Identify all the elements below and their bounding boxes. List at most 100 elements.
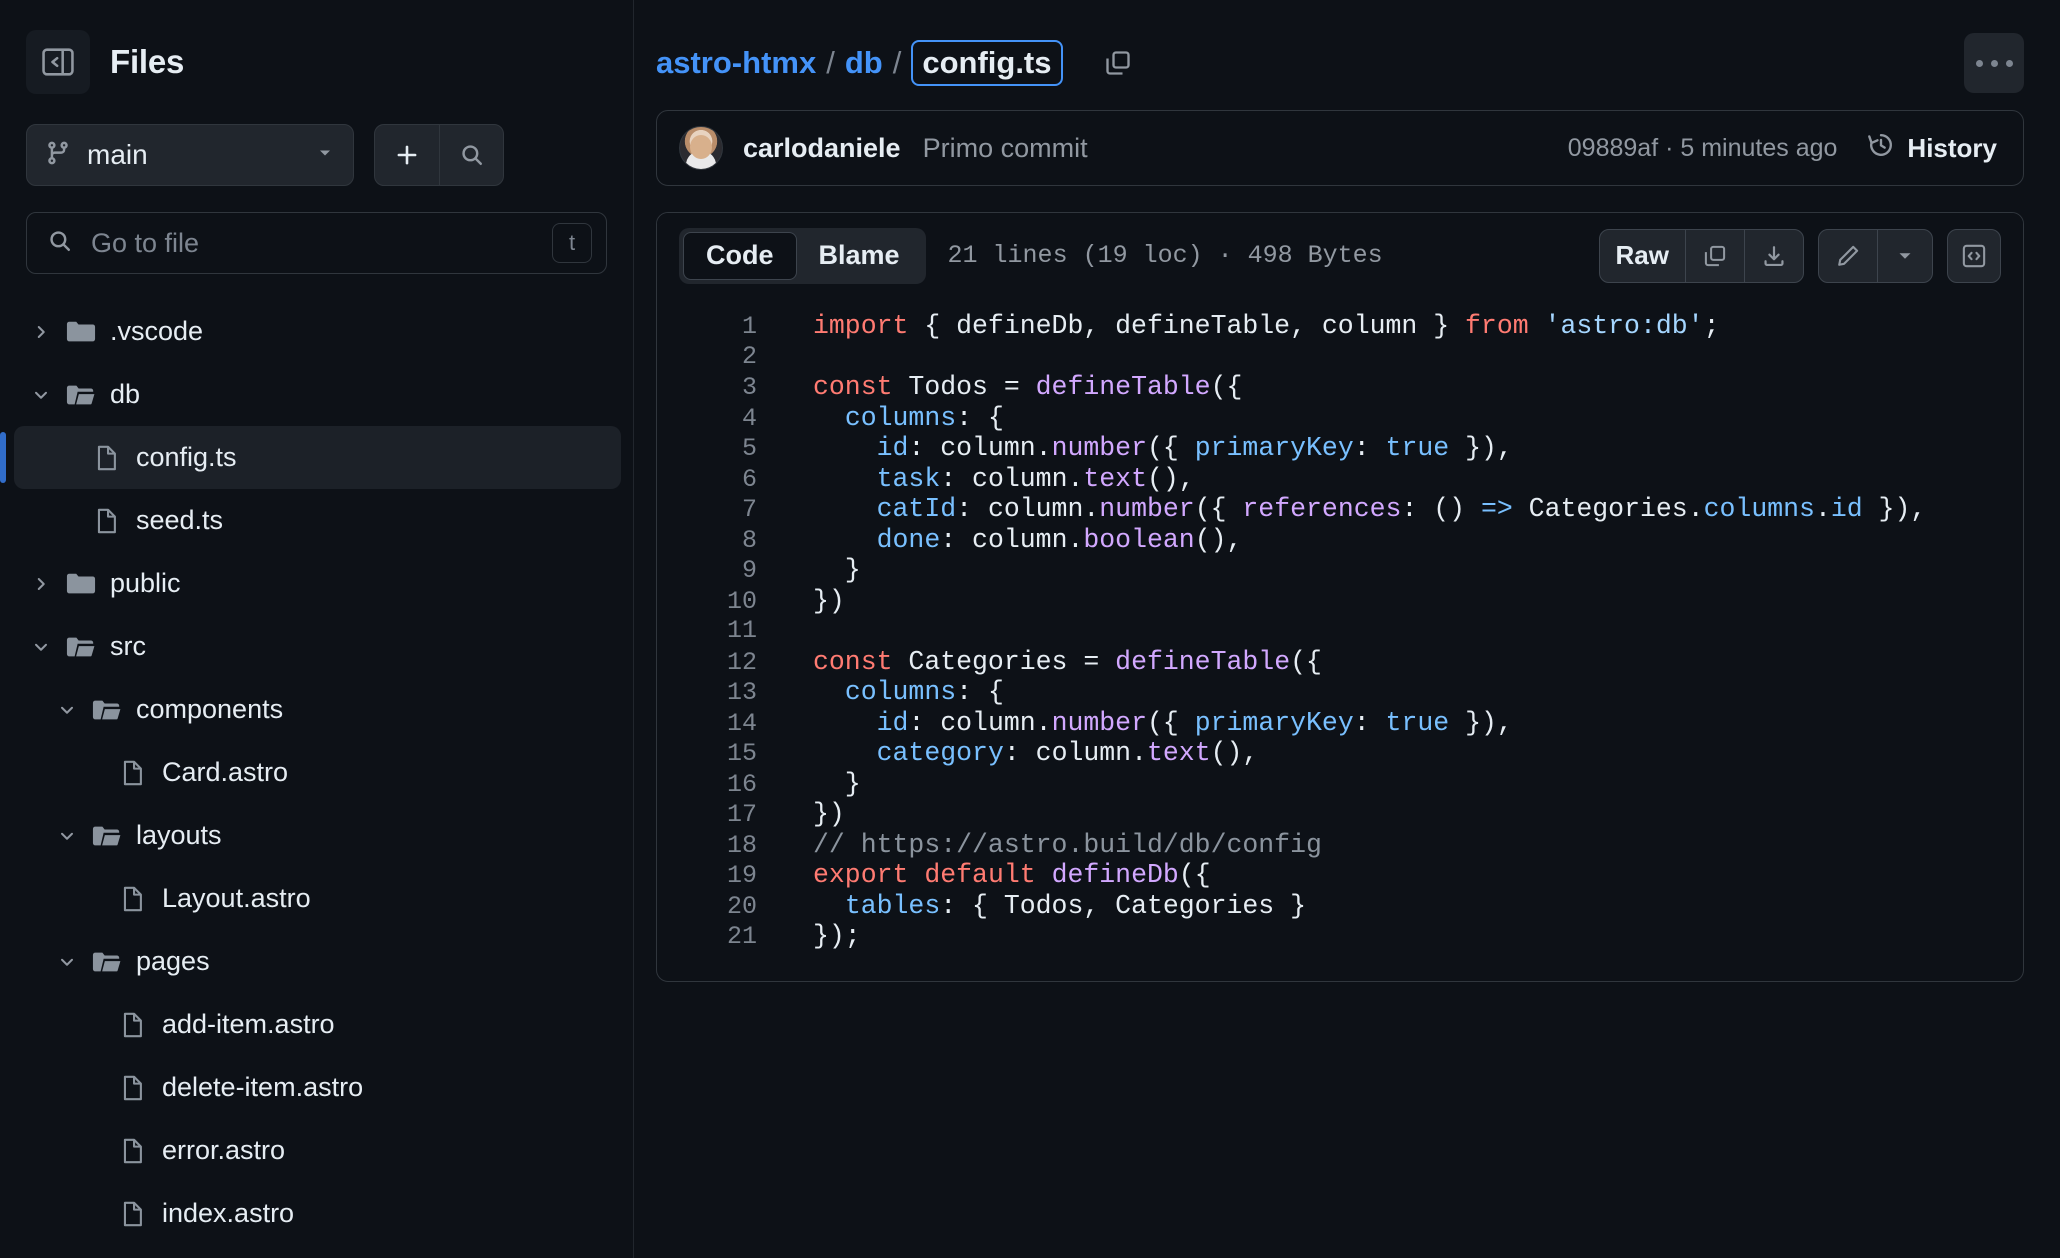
line-number[interactable]: 1 (657, 312, 785, 343)
raw-button[interactable]: Raw (1600, 230, 1685, 282)
line-number[interactable]: 19 (657, 861, 785, 892)
tree-item-label: Layout.astro (162, 883, 311, 913)
line-number[interactable]: 2 (657, 342, 785, 373)
line-number[interactable]: 17 (657, 800, 785, 831)
file-icon (84, 507, 130, 535)
add-file-button[interactable] (375, 125, 439, 185)
line-number[interactable]: 15 (657, 739, 785, 770)
line-number[interactable]: 5 (657, 434, 785, 465)
commit-author[interactable]: carlodaniele (743, 133, 901, 164)
line-number[interactable]: 7 (657, 495, 785, 526)
line-number[interactable]: 6 (657, 465, 785, 496)
tree-file-config-ts[interactable]: config.ts (0, 426, 621, 489)
line-content: task: column.text(), (876, 463, 1195, 494)
line-number[interactable]: 3 (657, 373, 785, 404)
pencil-icon[interactable] (1819, 230, 1877, 282)
line-number[interactable]: 12 (657, 648, 785, 679)
line-number[interactable]: 4 (657, 404, 785, 435)
code-content[interactable]: 1 import { defineDb, defineTable, column … (657, 299, 2023, 972)
github-file-viewer: Files main Go to file t .vscode db confi… (0, 0, 2060, 1258)
line-number[interactable]: 18 (657, 831, 785, 862)
line-content: id: column.number({ primaryKey: true }), (876, 707, 1513, 738)
tree-file-delete-item-astro[interactable]: delete-item.astro (14, 1056, 621, 1119)
chevron-down-icon[interactable] (24, 637, 58, 657)
avatar[interactable] (679, 126, 723, 170)
search-button[interactable] (439, 125, 503, 185)
line-number[interactable]: 16 (657, 770, 785, 801)
code-line: 1 import { defineDb, defineTable, column … (657, 311, 2023, 342)
code-viewer: Code Blame 21 lines (19 loc) · 498 Bytes… (656, 212, 2024, 982)
search-input[interactable]: Go to file t (26, 212, 607, 274)
tab-blame[interactable]: Blame (797, 232, 922, 280)
kebab-icon[interactable] (1964, 33, 2024, 93)
commit-message[interactable]: Primo commit (923, 133, 1088, 164)
line-number[interactable]: 8 (657, 526, 785, 557)
code-line: 20 tables: { Todos, Categories } (657, 891, 2023, 922)
code-brackets-icon[interactable] (1947, 228, 2001, 283)
file-icon (110, 1011, 156, 1039)
code-line: 14 id: column.number({ primaryKey: true … (657, 708, 2023, 739)
copy-icon[interactable] (1685, 229, 1744, 282)
tree-item-label: pages (136, 946, 210, 976)
tree-item-label: db (110, 379, 141, 409)
tree-item-label: seed.ts (136, 505, 224, 535)
breadcrumb-repo[interactable]: astro-htmx (656, 45, 816, 81)
chevron-down-icon[interactable] (50, 952, 84, 972)
tree-folder-public[interactable]: public (14, 552, 621, 615)
folder-open-icon (58, 380, 104, 410)
branch-selector[interactable]: main (26, 124, 354, 186)
line-content: }) (813, 799, 845, 829)
chevron-right-icon[interactable] (24, 574, 58, 594)
branch-name: main (87, 139, 148, 170)
line-number[interactable]: 9 (657, 556, 785, 587)
breadcrumb-folder[interactable]: db (845, 45, 883, 81)
sidebar-collapse-icon[interactable] (26, 30, 90, 94)
latest-commit-bar: carlodaniele Primo commit 09889af · 5 mi… (656, 110, 2024, 186)
line-number[interactable]: 20 (657, 892, 785, 923)
tree-file-card-astro[interactable]: Card.astro (14, 741, 621, 804)
folder-open-icon (84, 821, 130, 851)
line-number[interactable]: 14 (657, 709, 785, 740)
tree-folder-layouts[interactable]: layouts (14, 804, 621, 867)
sidebar-title: Files (110, 43, 185, 80)
download-icon[interactable] (1744, 229, 1803, 282)
search-input-placeholder: Go to file (91, 227, 200, 258)
breadcrumb-file[interactable]: config.ts (911, 39, 1063, 87)
code-line: 5 id: column.number({ primaryKey: true }… (657, 433, 2023, 464)
copy-icon[interactable] (1095, 40, 1141, 86)
line-number[interactable]: 10 (657, 587, 785, 618)
folder-open-icon (84, 695, 130, 725)
line-number[interactable]: 21 (657, 922, 785, 953)
folder-icon (58, 317, 104, 347)
file-stats: 21 lines (19 loc) · 498 Bytes (947, 241, 1383, 270)
history-button[interactable]: History (1867, 131, 1997, 166)
chevron-down-icon[interactable] (50, 826, 84, 846)
tree-folder-pages[interactable]: pages (14, 930, 621, 993)
tab-code[interactable]: Code (683, 231, 797, 280)
tree-file-seed-ts[interactable]: seed.ts (14, 489, 621, 552)
code-line: 2 (657, 342, 2023, 373)
tree-file-layout-astro[interactable]: Layout.astro (14, 867, 621, 930)
line-content: columns: { (844, 402, 1004, 433)
chevron-down-icon[interactable] (1877, 229, 1932, 282)
tree-file-add-item-astro[interactable]: add-item.astro (14, 993, 621, 1056)
code-line: 15 category: column.text(), (657, 738, 2023, 769)
code-line: 11 (657, 616, 2023, 647)
chevron-right-icon[interactable] (24, 322, 58, 342)
code-line: 13 columns: { (657, 677, 2023, 708)
chevron-down-icon[interactable] (50, 700, 84, 720)
line-number[interactable]: 13 (657, 678, 785, 709)
tree-folder-components[interactable]: components (14, 678, 621, 741)
line-number[interactable]: 11 (657, 616, 785, 647)
line-content: done: column.boolean(), (876, 524, 1243, 555)
tree-folder-db[interactable]: db (14, 363, 621, 426)
file-icon (110, 1200, 156, 1228)
tree-file-error-astro[interactable]: error.astro (14, 1119, 621, 1182)
chevron-down-icon[interactable] (24, 385, 58, 405)
tree-folder-src[interactable]: src (14, 615, 621, 678)
tree-folder--vscode[interactable]: .vscode (14, 300, 621, 363)
file-icon (110, 1074, 156, 1102)
file-header: astro-htmx / db / config.ts (634, 0, 2060, 96)
tree-file-index-astro[interactable]: index.astro (14, 1182, 621, 1245)
code-line: 16 } (657, 769, 2023, 800)
